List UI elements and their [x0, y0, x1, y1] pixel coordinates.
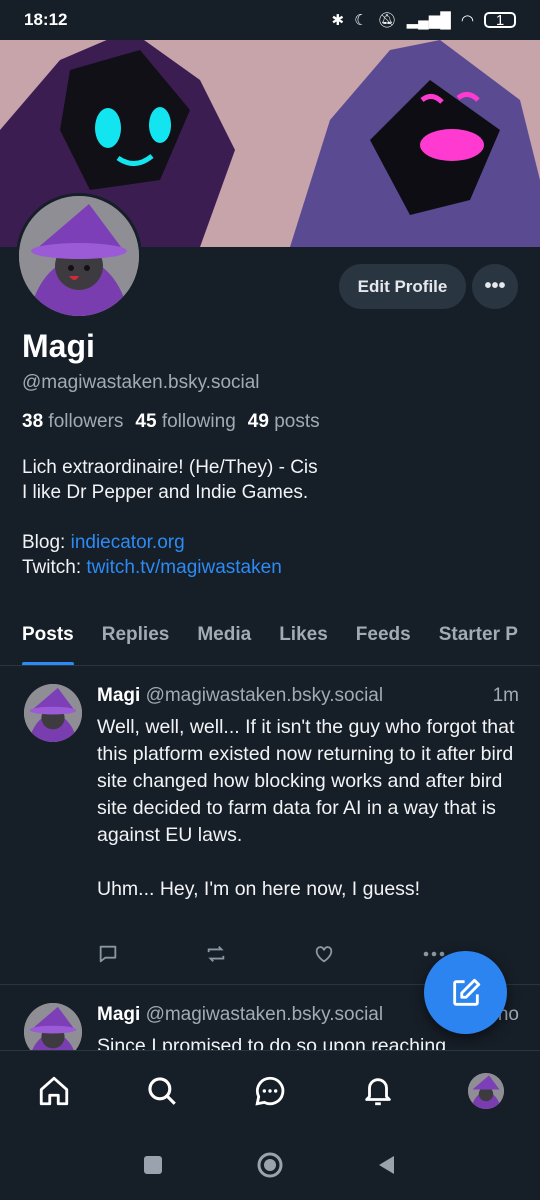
posts-count: 49	[247, 411, 269, 432]
following-stat[interactable]: 45 following	[135, 411, 235, 433]
posts-label: posts	[274, 411, 320, 432]
moon-icon: ☾	[354, 12, 368, 29]
battery-icon: 1	[484, 11, 516, 29]
post-avatar-image	[24, 1003, 82, 1050]
post-author[interactable]: Magi	[97, 1004, 140, 1025]
chat-icon	[255, 1076, 285, 1106]
bluetooth-icon: ✱	[331, 12, 345, 29]
mute-icon: 🔕︎	[377, 12, 397, 29]
post-time: 1m	[492, 685, 519, 706]
bio-line-2: I like Dr Pepper and Indie Games.	[22, 482, 309, 503]
profile-bio: Lich extraordinaire! (He/They) - Cis I l…	[22, 455, 522, 580]
bio-line-1: Lich extraordinaire! (He/They) - Cis	[22, 457, 318, 478]
tab-replies[interactable]: Replies	[102, 612, 170, 665]
tab-likes[interactable]: Likes	[279, 612, 328, 665]
tab-feeds[interactable]: Feeds	[356, 612, 411, 665]
post-avatar-image	[24, 684, 82, 742]
repost-button[interactable]	[205, 940, 313, 968]
nav-profile[interactable]	[456, 1061, 516, 1121]
bell-icon	[365, 1077, 391, 1105]
status-icons: ✱ ☾ 🔕︎ ▂▄▆█ ◠ 1	[331, 11, 516, 29]
post-header: Magi @magiwastaken.bsky.social	[97, 1004, 383, 1026]
posts-stat: 49 posts	[248, 411, 320, 433]
recents-icon[interactable]	[142, 1154, 164, 1176]
repost-icon	[207, 946, 225, 962]
compose-icon	[452, 978, 480, 1006]
tab-media[interactable]: Media	[197, 612, 251, 665]
system-navigation	[0, 1130, 540, 1200]
profile-stats: 38 followers 45 following 49 posts	[22, 411, 320, 433]
back-icon[interactable]	[376, 1154, 398, 1176]
followers-count: 38	[22, 411, 44, 432]
profile-handle: @magiwastaken.bsky.social	[22, 372, 260, 393]
following-label: following	[161, 411, 236, 432]
post-avatar[interactable]	[24, 684, 82, 742]
nav-avatar-image	[468, 1072, 504, 1109]
wifi-icon: ◠	[460, 12, 474, 29]
signal-icon: ▂▄▆█	[406, 12, 451, 29]
status-bar: 18:12 ✱ ☾ 🔕︎ ▂▄▆█ ◠ 1	[0, 0, 540, 40]
heart-icon	[315, 946, 333, 963]
reply-button[interactable]	[97, 940, 205, 968]
tab-starter-packs[interactable]: Starter P	[439, 612, 518, 665]
nav-home[interactable]	[24, 1061, 84, 1121]
feed-post[interactable]: Magi @magiwastaken.bsky.social 1m Well, …	[0, 667, 540, 985]
status-time: 18:12	[24, 10, 68, 29]
battery-level: 1	[495, 11, 505, 29]
comment-icon	[99, 945, 117, 963]
profile-more-button[interactable]: •••	[472, 264, 518, 309]
following-count: 45	[135, 411, 157, 432]
nav-notifications[interactable]	[348, 1061, 408, 1121]
compose-button[interactable]	[424, 951, 507, 1034]
edit-profile-button[interactable]: Edit Profile	[339, 264, 466, 309]
blog-label: Blog:	[22, 532, 71, 553]
nav-chat[interactable]	[240, 1061, 300, 1121]
profile-name: Magi	[22, 328, 95, 364]
post-text: Since I promised to do so upon reaching	[97, 1035, 447, 1050]
bottom-navigation	[0, 1050, 540, 1130]
nav-search[interactable]	[132, 1061, 192, 1121]
like-button[interactable]	[313, 940, 421, 968]
home-icon	[39, 1076, 69, 1105]
avatar	[468, 1072, 504, 1109]
followers-label: followers	[48, 411, 124, 432]
profile-avatar[interactable]	[16, 193, 142, 319]
followers-stat[interactable]: 38 followers	[22, 411, 123, 433]
post-avatar[interactable]	[24, 1003, 82, 1050]
post-text: Well, well, well... If it isn't the guy …	[97, 716, 515, 900]
post-handle[interactable]: @magiwastaken.bsky.social	[146, 1004, 384, 1025]
home-circle-icon[interactable]	[256, 1151, 284, 1179]
blog-link[interactable]: indiecator.org	[71, 532, 185, 553]
search-icon	[148, 1076, 176, 1105]
tab-posts[interactable]: Posts	[22, 612, 74, 665]
profile-tabs: Posts Replies Media Likes Feeds Starter …	[0, 612, 540, 666]
post-author[interactable]: Magi	[97, 685, 140, 706]
post-handle[interactable]: @magiwastaken.bsky.social	[146, 685, 384, 706]
twitch-label: Twitch:	[22, 557, 87, 578]
avatar-image	[19, 196, 139, 316]
post-header: Magi @magiwastaken.bsky.social	[97, 685, 383, 707]
more-icon: •••	[484, 275, 506, 297]
twitch-link[interactable]: twitch.tv/magiwastaken	[86, 557, 281, 578]
